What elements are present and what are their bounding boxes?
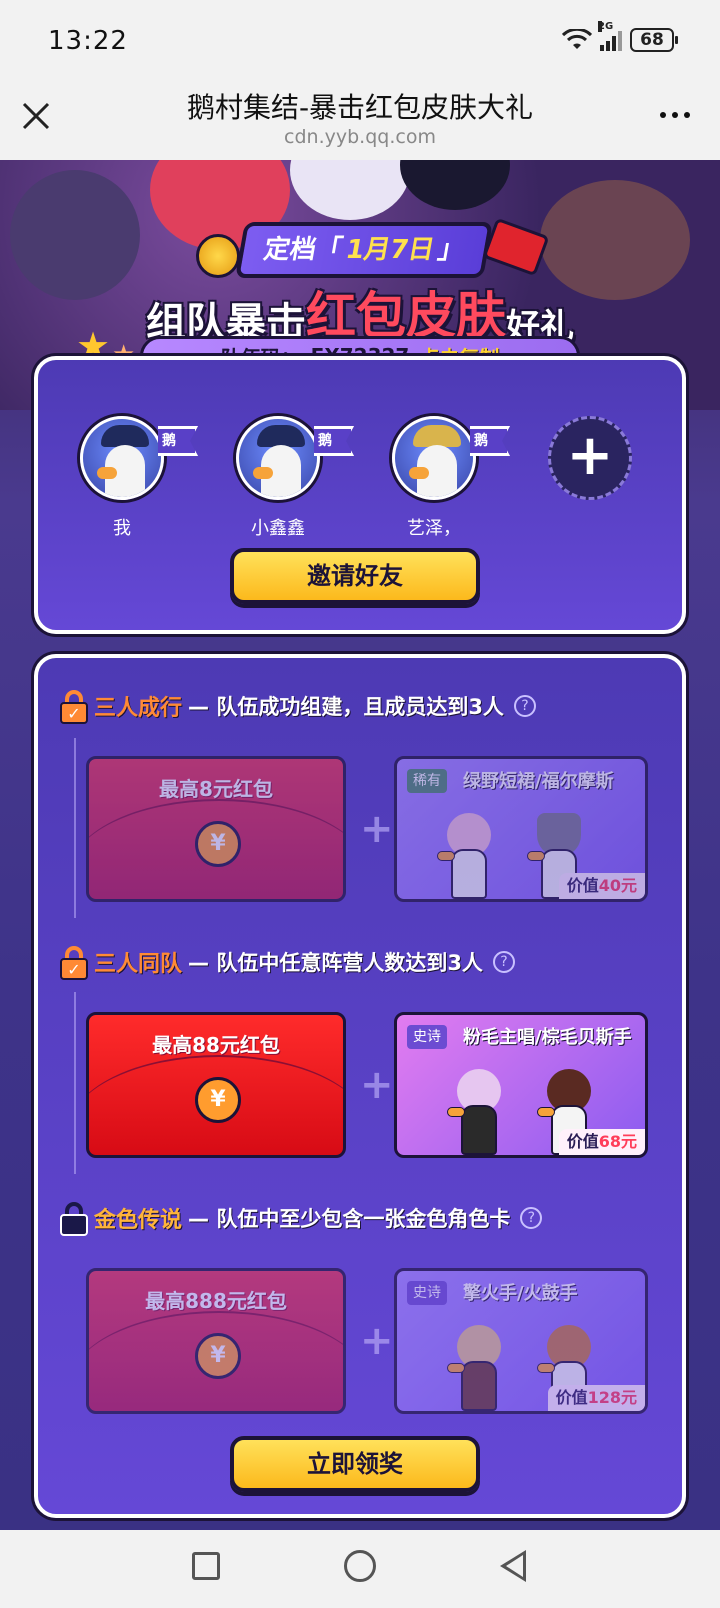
skin-reward[interactable]: 史诗 粉毛主唱/棕毛贝斯手 价值68元 [394,1012,648,1158]
price-value: 68元 [598,1132,637,1151]
goose-faction-tag: 鹅 [158,426,198,456]
rewards-card: ✓ 三人成行 — 队伍成功组建，且成员达到3人 ? 最高8元红包 ¥ + 稀有 … [34,654,686,1518]
avatar [236,416,320,500]
member-slot[interactable]: 鹅 我 [80,416,198,540]
tier-description: — 队伍中至少包含一张金色角色卡 [188,1207,511,1231]
skin-reward: 稀有 绿野短裙/福尔摩斯 价值40元 [394,756,648,902]
coin-icon [196,234,240,278]
rarity-badge: 史诗 [407,1281,447,1305]
skin-price: 价值68元 [558,1129,645,1155]
skin-name: 擎火手/火鼓手 [463,1283,578,1304]
tier-description: — 队伍成功组建，且成员达到3人 [188,695,504,719]
clock: 13:22 [48,26,128,56]
plus-icon[interactable]: + [548,416,632,500]
rarity-badge: 稀有 [407,769,447,793]
red-packet-label: 最高88元红包 [152,1033,280,1057]
red-packet-reward: 最高888元红包 ¥ [86,1268,346,1414]
recent-apps-icon[interactable] [192,1552,220,1580]
member-slot[interactable]: 鹅 小鑫鑫 [236,416,354,540]
tier-title: 三人同队 [94,952,183,977]
tier-header: 金色传说 — 队伍中至少包含一张金色角色卡 ? [60,1198,543,1238]
price-label: 价值 [566,876,599,895]
team-card: 鹅 我 鹅 小鑫鑫 鹅 艺泽， + 邀请好友 [34,356,686,634]
skin-price: 价值40元 [558,873,645,899]
date-suffix: 」 [435,235,467,265]
launch-date: 1月7日 [343,235,437,265]
more-icon[interactable] [660,112,690,118]
avatar [80,416,164,500]
add-member-slot[interactable]: + [548,416,632,540]
price-value: 128元 [587,1388,637,1407]
status-icons: 2G 68 [562,21,678,52]
invite-friends-button[interactable]: 邀请好友 [230,548,480,604]
home-icon[interactable] [344,1550,376,1582]
help-icon[interactable]: ? [492,951,515,973]
back-icon[interactable] [500,1550,526,1582]
yuan-icon: ¥ [195,821,241,867]
lock-icon [60,1202,88,1236]
claim-reward-button[interactable]: 立即领奖 [230,1436,480,1492]
goose-faction-tag: 鹅 [470,426,510,456]
skin-name: 绿野短裙/福尔摩斯 [463,771,614,792]
tier-title: 金色传说 [94,1208,183,1233]
progress-line [74,738,76,918]
member-name: 艺泽， [407,518,461,539]
skin-character [437,809,501,899]
red-packet-reward: 最高8元红包 ¥ [86,756,346,902]
wifi-icon [562,29,592,49]
unlocked-icon: ✓ [60,946,88,980]
price-label: 价值 [566,1132,599,1151]
red-packet-label: 最高8元红包 [159,777,273,801]
yuan-icon: ¥ [195,1077,241,1123]
network-type: 2G [598,21,614,32]
tier-title: 三人成行 [94,696,183,721]
skin-reward: 史诗 擎火手/火鼓手 价值128元 [394,1268,648,1414]
team-members: 鹅 我 鹅 小鑫鑫 鹅 艺泽， + [80,416,632,540]
unlocked-icon: ✓ [60,690,88,724]
member-name: 我 [113,518,131,539]
battery-icon: 68 [630,28,678,52]
system-nav-bar [0,1530,720,1608]
goose-faction-tag: 鹅 [314,426,354,456]
rarity-badge: 史诗 [407,1025,447,1049]
status-bar: 13:22 2G 68 [0,0,720,80]
event-page: 定档「 1月7日 」 组队暴击 红包皮肤 好礼 ★ ★ 队伍码： EX72327… [0,160,720,1530]
avatar [392,416,476,500]
red-packet-reward[interactable]: 最高88元红包 ¥ [86,1012,346,1158]
tier-description: — 队伍中任意阵营人数达到3人 [188,951,483,975]
plus-icon: + [360,1062,394,1108]
page-title: 鹅村集结-暴击红包皮肤大礼 [186,91,534,124]
plus-icon: + [360,1318,394,1364]
price-value: 40元 [598,876,637,895]
help-icon[interactable]: ? [513,695,536,717]
member-slot[interactable]: 鹅 艺泽， [392,416,510,540]
browser-navbar: 鹅村集结-暴击红包皮肤大礼 cdn.yyb.qq.com [0,80,720,160]
tier-header: ✓ 三人成行 — 队伍成功组建，且成员达到3人 ? [60,686,536,726]
page-url: cdn.yyb.qq.com [284,126,436,148]
price-label: 价值 [555,1388,588,1407]
skin-name: 粉毛主唱/棕毛贝斯手 [463,1027,632,1048]
plus-icon: + [360,806,394,852]
yuan-icon: ¥ [195,1333,241,1379]
skin-character [447,1065,511,1155]
progress-line [74,992,76,1174]
help-icon[interactable]: ? [520,1207,543,1229]
member-name: 小鑫鑫 [251,518,305,539]
date-tag: 定档「 1月7日 」 [235,222,494,278]
red-packet-label: 最高888元红包 [145,1289,287,1313]
date-prefix: 定档「 [261,235,345,265]
skin-price: 价值128元 [547,1385,645,1411]
signal-icon: 2G [598,21,622,51]
tier-header: ✓ 三人同队 — 队伍中任意阵营人数达到3人 ? [60,942,515,982]
skin-character [447,1321,511,1411]
